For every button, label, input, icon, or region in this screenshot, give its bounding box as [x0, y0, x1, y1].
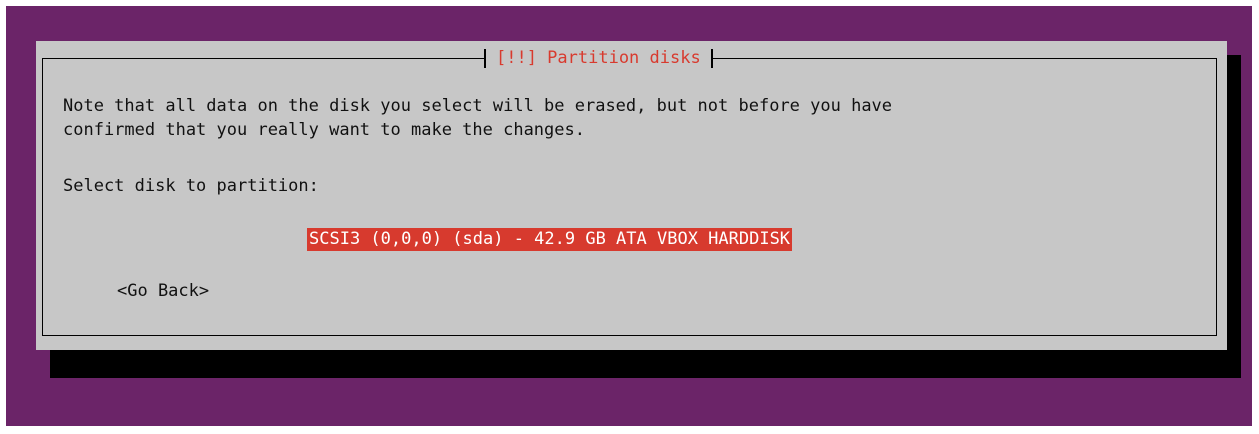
disk-option-sda[interactable]: SCSI3 (0,0,0) (sda) - 42.9 GB ATA VBOX H… [307, 228, 793, 251]
dialog-title-wrapper: [!!] Partition disks [484, 41, 713, 75]
dialog-title: [!!] Partition disks [496, 48, 701, 68]
title-separator-left [484, 48, 486, 68]
message-line-2: confirmed that you really want to make t… [63, 120, 585, 140]
dialog-shadow-right [1227, 55, 1241, 378]
partition-disks-dialog: [!!] Partition disks Note that all data … [36, 41, 1227, 350]
message-line-1: Note that all data on the disk you selec… [63, 96, 893, 116]
title-separator-right [710, 48, 713, 68]
dialog-shadow-bottom [50, 350, 1241, 378]
select-disk-prompt: Select disk to partition: [63, 176, 319, 196]
go-back-button[interactable]: <Go Back> [117, 280, 209, 303]
